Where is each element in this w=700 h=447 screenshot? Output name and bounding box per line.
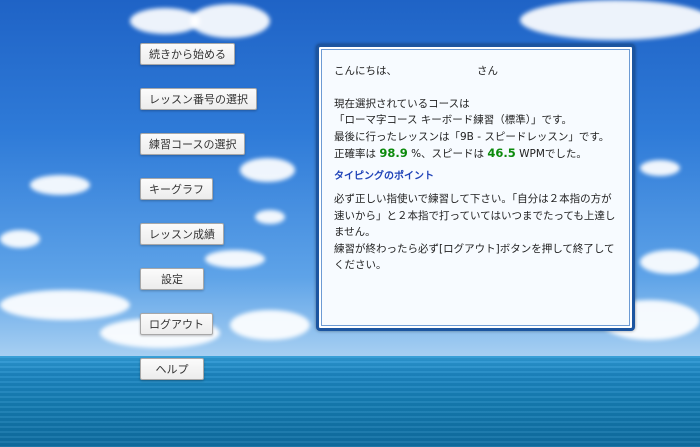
cloud <box>0 290 130 320</box>
stats-line: 正確率は 98.9 %、スピードは 46.5 WPMでした。 <box>334 145 618 163</box>
cloud <box>520 0 700 40</box>
tips-text-1: 必ず正しい指使いで練習して下さい。「自分は２本指の方が速いから」と２本指で打って… <box>334 193 616 238</box>
cloud <box>240 158 295 182</box>
course-line-1: 現在選択されているコースは <box>334 97 470 110</box>
sea <box>0 356 700 447</box>
help-button[interactable]: ヘルプ <box>140 358 204 380</box>
cloud <box>255 210 285 224</box>
info-panel: こんにちは、 さん 現在選択されているコースは 「ローマ字コース キーボード練習（… <box>316 44 635 331</box>
continue-button[interactable]: 続きから始める <box>140 43 235 65</box>
speed-suffix: WPMでした。 <box>519 148 587 160</box>
logout-button[interactable]: ログアウト <box>140 313 213 335</box>
last-lesson: 最後に行ったレッスンは「9B - スピードレッスン」です。 <box>334 130 610 143</box>
course-line-2: 「ローマ字コース キーボード練習（標準）」です。 <box>334 114 573 126</box>
tips-title: タイピングのポイント <box>334 170 434 182</box>
speed-value: 46.5 <box>487 146 516 160</box>
cloud <box>205 250 265 268</box>
cloud <box>640 160 680 176</box>
cloud <box>30 175 90 195</box>
cloud <box>230 310 310 340</box>
key-graph-button[interactable]: キーグラフ <box>140 178 213 200</box>
accuracy-value: 98.9 <box>379 146 408 160</box>
greeting-prefix: こんにちは、 <box>334 65 397 77</box>
lesson-results-button[interactable]: レッスン成績 <box>140 223 224 245</box>
select-course-button[interactable]: 練習コースの選択 <box>140 133 246 155</box>
greeting: こんにちは、 さん <box>334 63 618 80</box>
accuracy-unit: %、スピードは <box>411 148 485 160</box>
greeting-suffix: さん <box>477 65 498 77</box>
cloud <box>190 4 270 38</box>
accuracy-label: 正確率は <box>334 148 376 160</box>
cloud <box>0 230 40 248</box>
cloud <box>640 250 700 274</box>
select-lesson-button[interactable]: レッスン番号の選択 <box>140 88 257 110</box>
settings-button[interactable]: 設定 <box>140 268 204 290</box>
tips-text-2: 練習が終わったら必ず[ログアウト]ボタンを押して終了してください。 <box>334 242 615 272</box>
